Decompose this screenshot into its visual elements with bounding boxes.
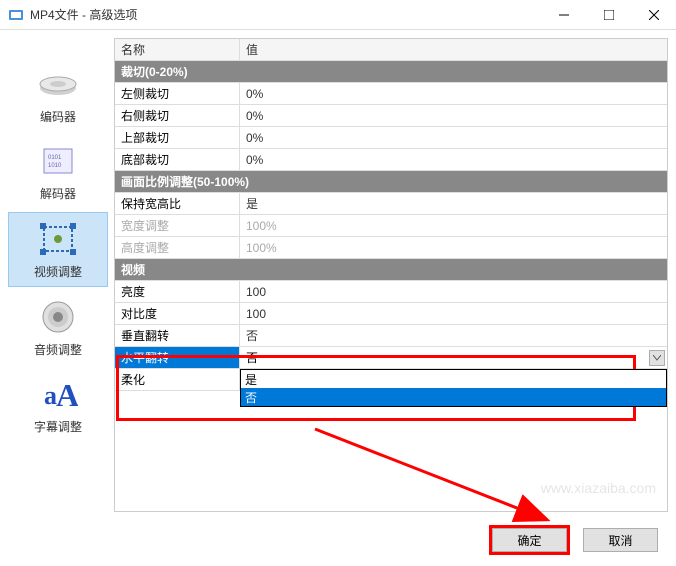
- video-adjust-icon: [34, 219, 82, 259]
- dropdown-option-no[interactable]: 否: [241, 388, 666, 406]
- sidebar-item-subtitle-adjust[interactable]: aA 字幕调整: [8, 368, 108, 441]
- cancel-button[interactable]: 取消: [583, 528, 658, 552]
- minimize-button[interactable]: [541, 0, 586, 29]
- row-height-adjust: 高度调整100%: [115, 237, 667, 259]
- chevron-down-icon[interactable]: [649, 350, 665, 366]
- app-icon: [8, 7, 24, 23]
- titlebar: MP4文件 - 高级选项: [0, 0, 676, 30]
- section-title: 裁切(0-20%): [115, 61, 667, 82]
- sidebar: 编码器 0101 1010 解码器 视频调整 音频调整 aA 字幕调整: [8, 38, 108, 512]
- sidebar-label: 视频调整: [34, 263, 82, 280]
- row-crop-top[interactable]: 上部裁切0%: [115, 127, 667, 149]
- dropdown-list[interactable]: 是 否: [240, 369, 667, 407]
- row-crop-right[interactable]: 右侧裁切0%: [115, 105, 667, 127]
- row-contrast[interactable]: 对比度100: [115, 303, 667, 325]
- section-video[interactable]: 视频: [115, 259, 667, 281]
- sidebar-item-audio-adjust[interactable]: 音频调整: [8, 291, 108, 364]
- property-grid: 名称 值 裁切(0-20%) 左侧裁切0% 右侧裁切0% 上部裁切0% 底部裁切…: [114, 38, 668, 512]
- svg-text:A: A: [56, 377, 78, 412]
- window-title: MP4文件 - 高级选项: [30, 6, 541, 23]
- grid-header: 名称 值: [115, 39, 667, 61]
- ok-button[interactable]: 确定: [492, 528, 567, 552]
- sidebar-label: 解码器: [40, 185, 76, 202]
- sidebar-item-decoder[interactable]: 0101 1010 解码器: [8, 135, 108, 208]
- close-button[interactable]: [631, 0, 676, 29]
- row-width-adjust: 宽度调整100%: [115, 215, 667, 237]
- section-title: 视频: [115, 259, 667, 280]
- sidebar-item-encoder[interactable]: 编码器: [8, 58, 108, 131]
- row-keep-aspect[interactable]: 保持宽高比是: [115, 193, 667, 215]
- decoder-icon: 0101 1010: [34, 141, 82, 181]
- audio-adjust-icon: [34, 297, 82, 337]
- row-crop-left[interactable]: 左侧裁切0%: [115, 83, 667, 105]
- sidebar-label: 音频调整: [34, 341, 82, 358]
- dropdown-option-yes[interactable]: 是: [241, 370, 666, 388]
- sidebar-item-video-adjust[interactable]: 视频调整: [8, 212, 108, 287]
- row-soften[interactable]: 柔化 是 否: [115, 369, 667, 391]
- encoder-icon: [34, 64, 82, 104]
- sidebar-label: 编码器: [40, 108, 76, 125]
- header-name: 名称: [115, 39, 240, 60]
- section-crop[interactable]: 裁切(0-20%): [115, 61, 667, 83]
- row-brightness[interactable]: 亮度100: [115, 281, 667, 303]
- section-aspect[interactable]: 画面比例调整(50-100%): [115, 171, 667, 193]
- dialog-footer: 确定 取消: [0, 520, 676, 560]
- row-flip-vertical[interactable]: 垂直翻转否: [115, 325, 667, 347]
- svg-text:1010: 1010: [48, 163, 62, 169]
- header-value: 值: [240, 39, 667, 60]
- row-crop-bottom[interactable]: 底部裁切0%: [115, 149, 667, 171]
- svg-text:0101: 0101: [48, 155, 62, 161]
- maximize-button[interactable]: [586, 0, 631, 29]
- sidebar-label: 字幕调整: [34, 418, 82, 435]
- row-flip-horizontal[interactable]: 水平翻转 否: [115, 347, 667, 369]
- subtitle-adjust-icon: aA: [34, 374, 82, 414]
- flip-horizontal-value[interactable]: 否: [240, 347, 667, 368]
- section-title: 画面比例调整(50-100%): [115, 171, 667, 192]
